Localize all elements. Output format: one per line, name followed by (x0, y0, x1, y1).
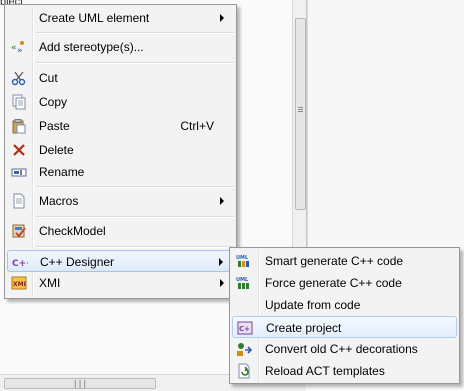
menu-item-macros[interactable]: Macros (7, 190, 234, 212)
delete-x-icon (11, 142, 27, 158)
menu-item-create-uml-element[interactable]: Create UML element (7, 7, 234, 29)
xmi-icon: XMI (11, 275, 27, 291)
cpp-designer-icon: C++ (12, 254, 28, 270)
svg-text:C+: C+ (239, 325, 250, 333)
menu-separator (35, 62, 234, 63)
force-generate-icon: UML (236, 275, 252, 291)
copy-icon (11, 94, 27, 110)
menu-item-cpp-designer[interactable]: C++ C++ Designer (7, 250, 234, 272)
svg-text:UML: UML (236, 277, 249, 283)
menu-item-add-stereotypes[interactable]: «» Add stereotype(s)... (7, 36, 234, 58)
menu-item-rename[interactable]: Rename (7, 161, 234, 183)
checkmodel-icon (11, 223, 27, 239)
reload-templates-icon (236, 363, 252, 379)
right-pane (307, 0, 464, 248)
submenu-arrow-icon (220, 197, 224, 205)
paste-icon (11, 118, 27, 134)
menu-separator (35, 186, 234, 187)
submenu-arrow-icon (220, 14, 224, 22)
svg-text:XMI: XMI (13, 281, 26, 288)
menu-item-delete[interactable]: Delete (7, 139, 234, 161)
menu-separator (35, 246, 234, 247)
vertical-scrollbar-thumb[interactable] (295, 18, 306, 210)
submenu-item-force-generate[interactable]: UML Force generate C++ code (232, 272, 457, 294)
menu-separator (35, 216, 234, 217)
smart-generate-icon: UML (236, 253, 252, 269)
submenu-item-convert-decorations[interactable]: Convert old C++ decorations (232, 338, 457, 360)
submenu-item-create-project[interactable]: C+ Create project (232, 316, 457, 338)
svg-text:UML: UML (236, 255, 249, 261)
submenu-item-reload-act-templates[interactable]: Reload ACT templates (232, 360, 457, 382)
menu-item-cut[interactable]: Cut (7, 67, 234, 89)
cpp-designer-submenu: UML Smart generate C++ code UML Force ge… (229, 247, 460, 384)
macro-document-icon (11, 193, 27, 209)
menu-item-paste[interactable]: Paste Ctrl+V (7, 115, 234, 137)
submenu-arrow-icon (219, 258, 223, 266)
svg-text:«: « (11, 43, 17, 53)
svg-text:C++: C++ (12, 259, 28, 269)
stereotype-icon: «» (11, 39, 27, 55)
paste-shortcut: Ctrl+V (180, 119, 214, 133)
submenu-arrow-icon (220, 279, 224, 287)
svg-text:»: » (17, 46, 23, 55)
menu-item-xmi[interactable]: XMI XMI (7, 272, 234, 294)
scissors-icon (11, 70, 27, 86)
horizontal-scrollbar-thumb[interactable]: ||| (4, 378, 156, 389)
create-project-icon: C+ (237, 320, 253, 336)
menu-separator (35, 32, 234, 33)
menu-item-checkmodel[interactable]: CheckModel (7, 220, 234, 242)
rename-icon (11, 164, 27, 180)
context-menu: Create UML element «» Add stereotype(s).… (4, 4, 237, 299)
menu-item-copy[interactable]: Copy (7, 91, 234, 113)
submenu-item-smart-generate[interactable]: UML Smart generate C++ code (232, 250, 457, 272)
submenu-item-update-from-code[interactable]: Update from code (232, 294, 457, 316)
convert-icon (236, 341, 252, 357)
